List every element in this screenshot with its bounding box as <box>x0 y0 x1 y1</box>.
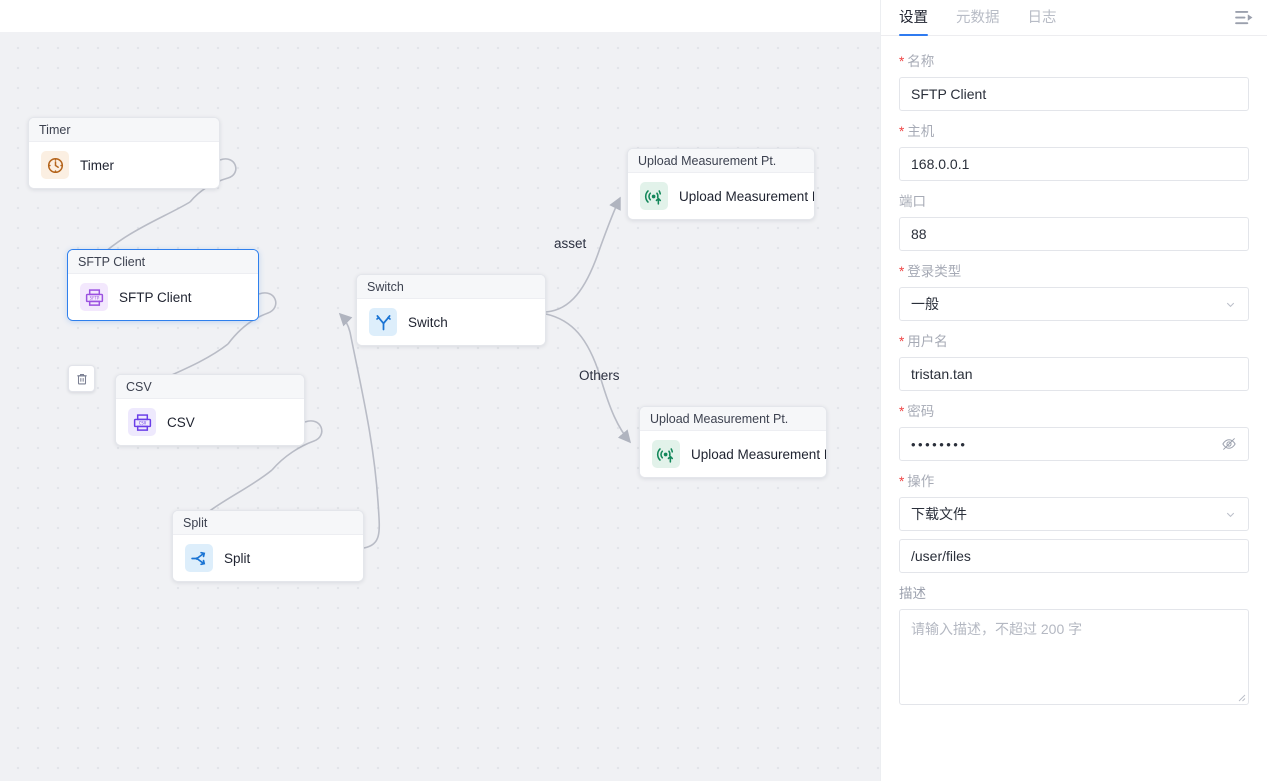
workflow-canvas[interactable]: Timer Timer SFTP Client SFTP S <box>0 32 880 781</box>
edge-label-others: Others <box>579 368 620 383</box>
node-label: Upload Measurement Pt. <box>679 189 815 204</box>
field-login-type: *登录类型 一般 <box>899 264 1249 321</box>
node-title: Switch <box>357 275 545 299</box>
node-label: Switch <box>408 315 448 330</box>
node-title: Timer <box>29 118 219 142</box>
switch-icon <box>369 308 397 336</box>
tab-settings[interactable]: 设置 <box>899 6 928 35</box>
delete-node-button[interactable] <box>68 365 95 392</box>
node-sftp-client[interactable]: SFTP Client SFTP SFTP Client <box>67 249 259 321</box>
node-title: Upload Measurement Pt. <box>640 407 826 431</box>
trash-icon <box>75 372 89 386</box>
sftp-icon: SFTP <box>80 283 108 311</box>
field-label-host: *主机 <box>899 124 1249 140</box>
properties-panel: 设置 元数据 日志 *名称 SFTP Client *主机 168.0.0.1 … <box>880 0 1267 781</box>
node-label: Upload Measurement Pt. <box>691 447 827 462</box>
field-description: 描述 请输入描述，不超过 200 字 <box>899 586 1249 705</box>
host-input[interactable]: 168.0.0.1 <box>899 147 1249 181</box>
collapse-panel-icon[interactable] <box>1233 7 1255 27</box>
name-input[interactable]: SFTP Client <box>899 77 1249 111</box>
node-body: Upload Measurement Pt. <box>628 173 814 219</box>
split-icon <box>185 544 213 572</box>
node-label: Timer <box>80 158 114 173</box>
required-mark: * <box>899 54 904 69</box>
upload-point-icon <box>652 440 680 468</box>
field-username: *用户名 tristan.tan <box>899 334 1249 391</box>
field-port: 端口 88 <box>899 194 1249 251</box>
node-split[interactable]: Split Split <box>172 510 364 582</box>
tab-metadata[interactable]: 元数据 <box>956 6 1000 35</box>
operation-select[interactable]: 下载文件 <box>899 497 1249 531</box>
username-input[interactable]: tristan.tan <box>899 357 1249 391</box>
description-textarea[interactable]: 请输入描述，不超过 200 字 <box>899 609 1249 705</box>
resize-handle-icon[interactable] <box>1236 692 1246 702</box>
node-timer[interactable]: Timer Timer <box>28 117 220 189</box>
clock-icon <box>41 151 69 179</box>
port-input[interactable]: 88 <box>899 217 1249 251</box>
svg-text:CSV: CSV <box>138 420 146 425</box>
field-label-port: 端口 <box>899 194 1249 210</box>
field-password: *密码 •••••••• <box>899 404 1249 461</box>
edge-label-asset: asset <box>554 236 586 251</box>
field-label-description: 描述 <box>899 586 1249 602</box>
node-label: Split <box>224 551 250 566</box>
tab-logs[interactable]: 日志 <box>1028 6 1057 35</box>
node-title: Upload Measurement Pt. <box>628 149 814 173</box>
node-body: Timer <box>29 142 219 188</box>
field-label-username: *用户名 <box>899 334 1249 350</box>
node-label: SFTP Client <box>119 290 192 305</box>
field-label-password: *密码 <box>899 404 1249 420</box>
node-body: Upload Measurement Pt. <box>640 431 826 477</box>
operation-value: 下载文件 <box>911 504 967 524</box>
field-name: *名称 SFTP Client <box>899 54 1249 111</box>
required-mark: * <box>899 474 904 489</box>
node-title: CSV <box>116 375 304 399</box>
eye-hidden-icon[interactable] <box>1221 436 1237 452</box>
field-label-name: *名称 <box>899 54 1249 70</box>
chevron-down-icon <box>1224 298 1237 311</box>
field-path: /user/files <box>899 539 1249 573</box>
chevron-down-icon <box>1224 508 1237 521</box>
login-type-select[interactable]: 一般 <box>899 287 1249 321</box>
node-title: SFTP Client <box>68 250 258 274</box>
path-input[interactable]: /user/files <box>899 539 1249 573</box>
upload-point-icon <box>640 182 668 210</box>
settings-form: *名称 SFTP Client *主机 168.0.0.1 端口 88 *登录类… <box>881 36 1267 781</box>
description-placeholder: 请输入描述，不超过 200 字 <box>911 621 1082 637</box>
required-mark: * <box>899 124 904 139</box>
node-label: CSV <box>167 415 195 430</box>
node-upload-measurement-pt-2[interactable]: Upload Measurement Pt. Upload Measuremen… <box>639 406 827 478</box>
node-body: Switch <box>357 299 545 345</box>
field-label-operation: *操作 <box>899 474 1249 490</box>
node-title: Split <box>173 511 363 535</box>
node-body: CSV CSV <box>116 399 304 445</box>
node-switch[interactable]: Switch Switch <box>356 274 546 346</box>
required-mark: * <box>899 264 904 279</box>
field-host: *主机 168.0.0.1 <box>899 124 1249 181</box>
password-input[interactable]: •••••••• <box>899 427 1249 461</box>
field-operation: *操作 下载文件 <box>899 474 1249 531</box>
field-label-login-type: *登录类型 <box>899 264 1249 280</box>
csv-icon: CSV <box>128 408 156 436</box>
password-value: •••••••• <box>911 437 967 452</box>
node-body: Split <box>173 535 363 581</box>
login-type-value: 一般 <box>911 294 939 314</box>
svg-text:SFTP: SFTP <box>89 295 99 300</box>
required-mark: * <box>899 334 904 349</box>
node-csv[interactable]: CSV CSV CSV <box>115 374 305 446</box>
node-body: SFTP SFTP Client <box>68 274 258 320</box>
node-upload-measurement-pt-1[interactable]: Upload Measurement Pt. Upload Measuremen… <box>627 148 815 220</box>
panel-tabbar: 设置 元数据 日志 <box>881 0 1267 36</box>
required-mark: * <box>899 404 904 419</box>
